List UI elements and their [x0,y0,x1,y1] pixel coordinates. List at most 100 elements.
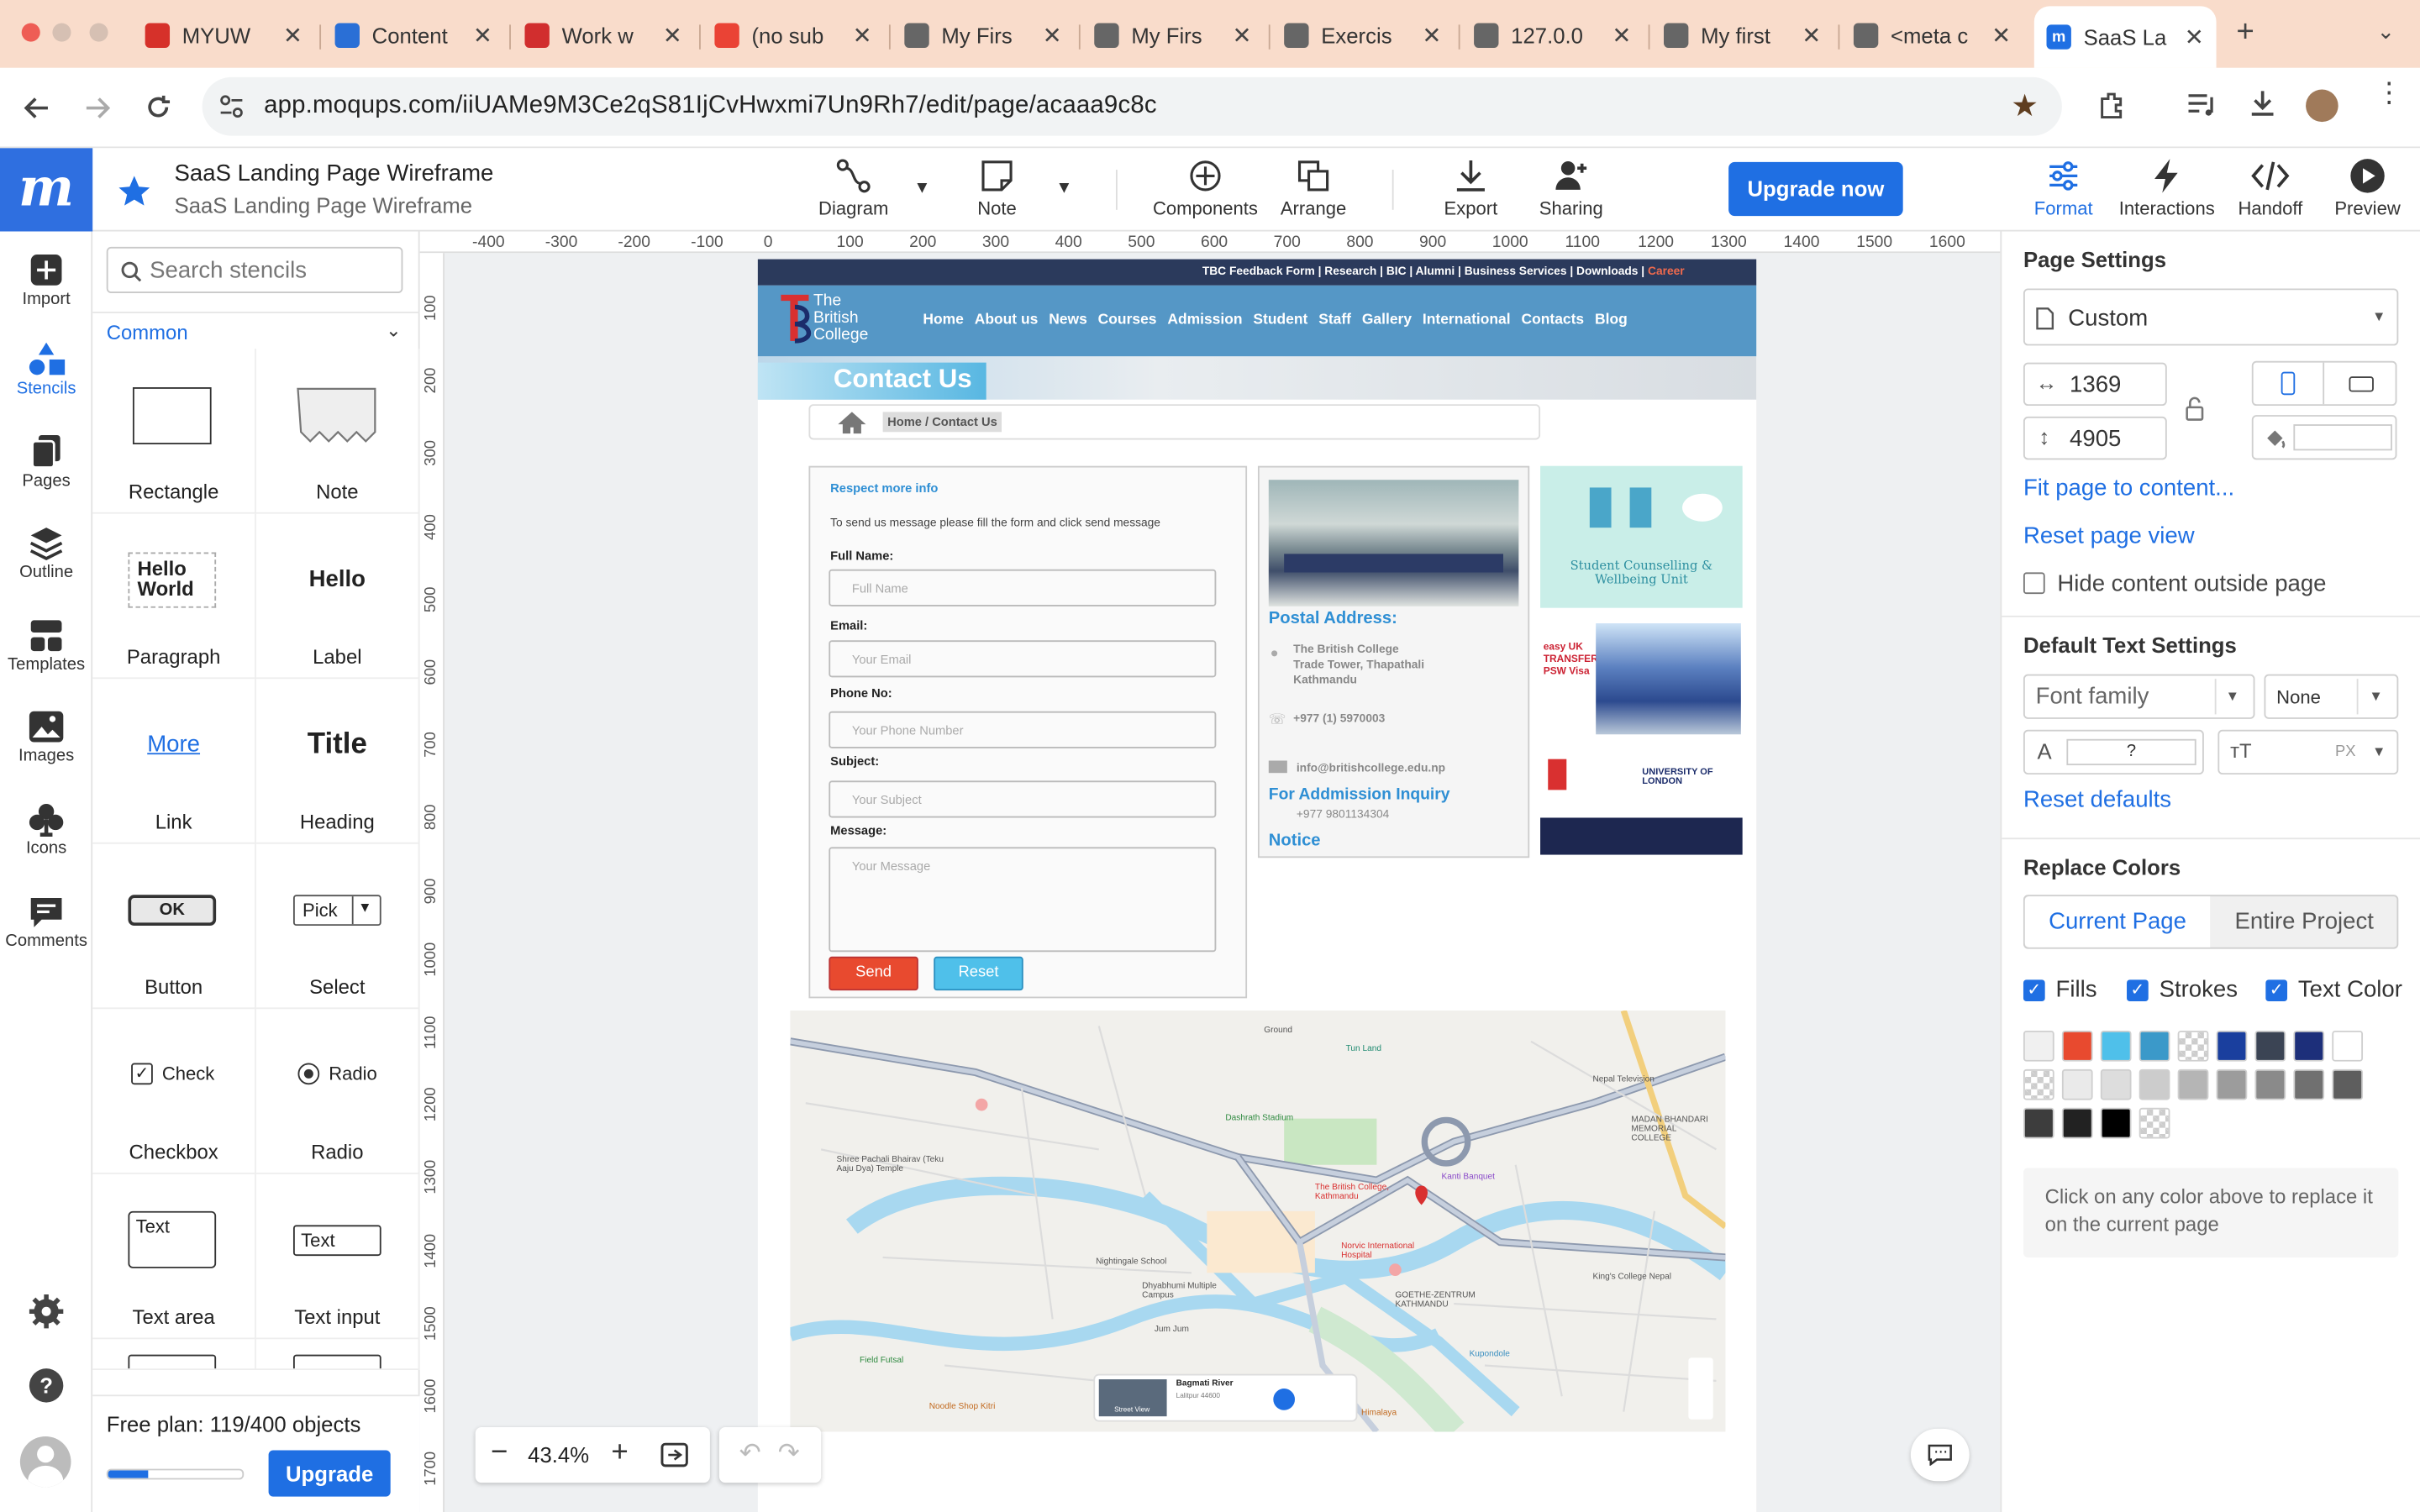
color-swatch[interactable] [2177,1030,2209,1062]
site-nav-item[interactable]: Gallery [1362,312,1412,328]
moqups-logo[interactable]: m [0,148,93,232]
stencil-select[interactable]: Pick ▼ Select [255,843,420,1010]
close-tab-icon[interactable]: ✕ [1232,21,1251,49]
reset-page-view-link[interactable]: Reset page view [2023,523,2195,549]
back-icon[interactable] [24,94,51,122]
browser-menu-icon[interactable]: ⋮ [2375,79,2403,107]
site-nav-item[interactable]: News [1049,312,1087,328]
close-tab-icon[interactable]: ✕ [283,21,302,49]
color-swatch[interactable] [2139,1068,2170,1100]
browser-tab[interactable]: My first ✕ [1651,9,1833,60]
site-nav-item[interactable]: About us [975,312,1039,328]
landscape-button[interactable] [2326,363,2396,405]
redo-icon[interactable]: ↷ [778,1438,800,1469]
diagram-button[interactable]: Diagram [815,155,892,219]
reset-defaults-link[interactable]: Reset defaults [2023,787,2171,813]
font-size-input[interactable]: ᴛT PX ▼ [2217,729,2399,775]
export-button[interactable]: Export [1435,155,1506,219]
stencil-checkbox[interactable]: ✓ Check Checkbox [92,1009,256,1174]
ad-transfer[interactable]: easy UK TRANSFER PSW Visa [1540,620,1743,738]
home-icon[interactable] [837,411,868,435]
color-swatch[interactable] [2139,1030,2170,1062]
browser-tab[interactable]: 127.0.0 ✕ [1461,9,1644,60]
portrait-button[interactable] [2254,362,2325,405]
color-swatch[interactable] [2332,1068,2364,1100]
design-page[interactable]: TBC Feedback Form | Research | BIC | Alu… [757,259,1757,1512]
close-window-button[interactable] [21,23,40,42]
full-name-field[interactable]: Full Name [829,569,1217,606]
email-field[interactable]: Your Email [829,640,1217,678]
browser-tab[interactable]: My Firs ✕ [1082,9,1265,60]
browser-tab[interactable]: MYUW ✕ [133,9,315,60]
color-swatch[interactable] [2293,1030,2325,1062]
rail-icons[interactable]: Icons [0,799,92,858]
stencil-heading[interactable]: Title Heading [255,679,420,844]
page-width-input[interactable]: ↔ 1369 [2023,362,2167,407]
project-star-icon[interactable] [118,175,151,208]
font-weight-select[interactable]: None ▼ [2264,674,2399,719]
site-nav-item[interactable]: Staff [1318,312,1351,328]
fit-page-link[interactable]: Fit page to content... [2023,475,2234,501]
site-nav-item[interactable]: Home [923,312,964,328]
undo-icon[interactable]: ↶ [739,1438,761,1469]
note-button[interactable]: Note [963,155,1031,219]
profile-avatar[interactable] [2306,89,2338,123]
career-link[interactable]: Career [1648,264,1685,278]
diagram-dropdown-icon[interactable]: ▼ [913,179,930,197]
project-title[interactable]: SaaS Landing Page Wireframe [175,160,494,186]
upgrade-button[interactable]: Upgrade [268,1450,391,1497]
breadcrumb-text[interactable]: Home / Contact Us [882,412,1002,433]
note-dropdown-icon[interactable]: ▼ [1055,179,1072,197]
color-swatch[interactable] [2061,1107,2093,1139]
site-nav-item[interactable]: Contacts [1521,312,1584,328]
stencil-link[interactable]: More Link [92,679,256,844]
site-nav-item[interactable]: Admission [1167,312,1242,328]
rail-import[interactable]: Import [0,250,92,308]
bookmark-star-icon[interactable]: ★ [2011,87,2039,125]
forward-icon[interactable] [83,94,111,122]
zoom-out-button[interactable]: − [491,1436,508,1470]
close-tab-icon[interactable]: ✕ [1612,21,1631,49]
fit-screen-icon[interactable] [660,1442,688,1467]
settings-gear-icon[interactable] [28,1293,65,1330]
chat-button[interactable] [1910,1428,1970,1482]
stencil-search-input[interactable]: Search stencils [106,246,403,293]
strokes-checkbox[interactable]: ✓ [2127,979,2149,1002]
stencil-note[interactable]: Note [255,349,420,514]
category-header[interactable]: Common ⌄ [92,312,420,349]
components-button[interactable]: Components [1150,155,1260,219]
tab-active[interactable]: m SaaS La ✕ [2033,6,2217,68]
notice-link[interactable]: Notice [1269,832,1321,850]
stencil-label[interactable]: Hello Label [255,513,420,680]
canvas-area[interactable]: -400 -300 -200 -100 0 100 200 300 400 500 600 700 80… [419,231,2001,1512]
stencil-text-input[interactable]: Text Text input [255,1173,420,1340]
color-swatch[interactable] [2254,1068,2286,1100]
phone-field[interactable]: Your Phone Number [829,711,1217,748]
color-swatch[interactable] [2061,1068,2093,1100]
rail-outline[interactable]: Outline [0,523,92,581]
maximize-window-button[interactable] [89,23,108,42]
close-tab-icon[interactable]: ✕ [473,21,492,49]
text-color-input[interactable]: A ? [2023,729,2204,775]
color-swatch[interactable] [2254,1030,2286,1062]
format-tab[interactable]: Format [2027,155,2101,219]
reset-button[interactable]: Reset [934,956,1023,991]
user-avatar[interactable] [19,1436,71,1488]
new-tab-icon[interactable]: + [2236,15,2254,50]
zoom-level[interactable]: 43.4% [528,1442,589,1467]
site-nav-item[interactable]: Courses [1098,312,1157,328]
close-tab-icon[interactable]: ✕ [853,21,872,49]
sharing-button[interactable]: Sharing [1533,155,1610,219]
fills-checkbox[interactable]: ✓ [2023,979,2045,1002]
color-swatch[interactable] [2139,1107,2170,1139]
close-tab-icon[interactable]: ✕ [663,21,682,49]
color-swatch[interactable] [2100,1107,2132,1139]
arrange-button[interactable]: Arrange [1275,155,1352,219]
color-swatch[interactable] [2061,1030,2093,1062]
ad-counselling[interactable]: Student Counselling & Wellbeing Unit [1540,465,1743,608]
ad-london[interactable]: UNIVERSITY OF LONDON [1540,749,1743,858]
reload-icon[interactable] [144,92,173,122]
close-tab-icon[interactable]: ✕ [1043,21,1062,49]
message-field[interactable]: Your Message [829,847,1217,953]
site-nav-item[interactable]: Blog [1595,312,1628,328]
